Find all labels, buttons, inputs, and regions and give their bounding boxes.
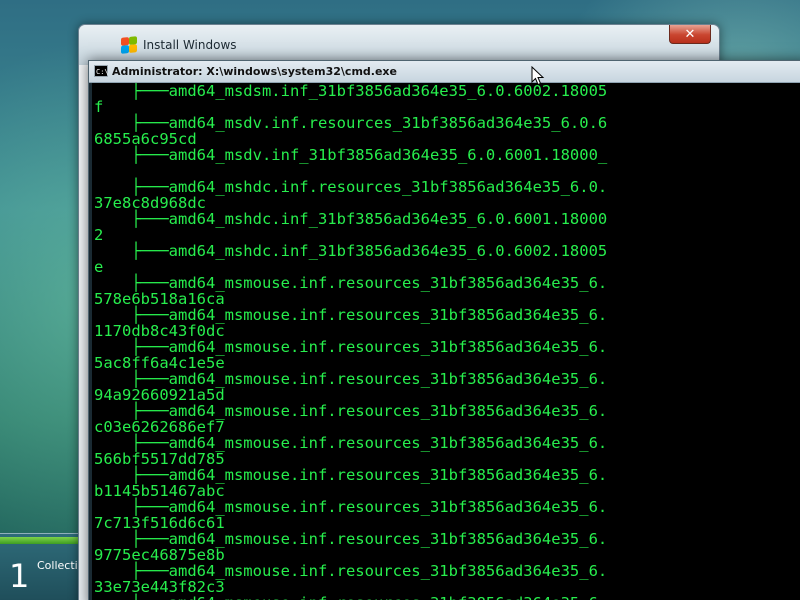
console-line: 33e73e443f82c3 (94, 578, 225, 596)
console-output: ├───amd64_msdsm.inf_31bf3856ad364e35_6.0… (94, 83, 607, 600)
console-line: ├───amd64_msmouse.inf.resources_31bf3856… (94, 402, 608, 420)
console-line: ├───amd64_msmouse.inf.resources_31bf3856… (94, 434, 608, 452)
console-line: 7c713f516d6c61 (94, 514, 225, 532)
console-line: ├───amd64_msmouse.inf.resources_31bf3856… (94, 498, 608, 516)
console-line: ├───amd64_msmouse.inf.resources_31bf3856… (94, 466, 608, 484)
console-line: c03e6262686ef7 (94, 418, 225, 436)
console-line: f (94, 98, 104, 116)
cmd-window-title: Administrator: X:\windows\system32\cmd.e… (112, 65, 397, 78)
windows-logo-icon (121, 36, 137, 54)
console-line: ├───amd64_msmouse.inf.resources_31bf3856… (94, 370, 608, 388)
install-windows-titlebar[interactable]: Install Windows ✕ (79, 25, 719, 65)
console-line: 9775ec46875e8b (94, 546, 225, 564)
console-line: ├───amd64_mshdc.inf.resources_31bf3856ad… (94, 178, 608, 196)
console-line: ├───amd64_mshdc.inf_31bf3856ad364e35_6.0… (94, 210, 608, 228)
console-line: 1170db8c43f0dc (94, 322, 225, 340)
console-line: 6855a6c95cd (94, 130, 197, 148)
install-windows-close-button[interactable]: ✕ (669, 25, 711, 44)
console-line: ├───amd64_msmouse.inf.resources_31bf3856… (94, 595, 607, 600)
console-line: 2 (94, 226, 104, 244)
console-line: ├───amd64_msmouse.inf.resources_31bf3856… (94, 530, 608, 548)
setup-step-number: 1 (9, 557, 30, 595)
console-line: b1145b51467abc (94, 482, 225, 500)
console-line: ├───amd64_msdv.inf_31bf3856ad364e35_6.0.… (94, 146, 608, 164)
console-line: 5ac8ff6a4c1e5e (94, 354, 225, 372)
console-line: 37e8c8d968dc (94, 194, 206, 212)
console-line: 578e6b518a16ca (94, 290, 225, 308)
close-icon: ✕ (684, 26, 696, 42)
console-line: ├───amd64_msmouse.inf.resources_31bf3856… (94, 306, 608, 324)
console-line: 94a92660921a5d (94, 386, 225, 404)
cmd-console[interactable]: ├───amd64_msdsm.inf_31bf3856ad364e35_6.0… (92, 83, 800, 600)
mouse-pointer-icon (531, 66, 545, 86)
console-line: 566bf5517dd785 (94, 450, 225, 468)
console-line: e (94, 258, 104, 276)
console-line: ├───amd64_msdv.inf.resources_31bf3856ad3… (94, 114, 608, 132)
cmd-window: C:\ Administrator: X:\windows\system32\c… (88, 60, 800, 600)
console-line: ├───amd64_msmouse.inf.resources_31bf3856… (94, 562, 608, 580)
install-windows-title: Install Windows (143, 38, 237, 52)
cmd-icon[interactable]: C:\ (94, 65, 109, 77)
cmd-titlebar[interactable]: C:\ Administrator: X:\windows\system32\c… (89, 61, 800, 83)
desktop-background: 1 Collecting Install Windows ✕ C:\ Admin… (0, 0, 800, 600)
console-line: ├───amd64_mshdc.inf_31bf3856ad364e35_6.0… (94, 242, 608, 260)
console-line: ├───amd64_msmouse.inf.resources_31bf3856… (94, 274, 608, 292)
console-line: ├───amd64_msmouse.inf.resources_31bf3856… (94, 338, 608, 356)
